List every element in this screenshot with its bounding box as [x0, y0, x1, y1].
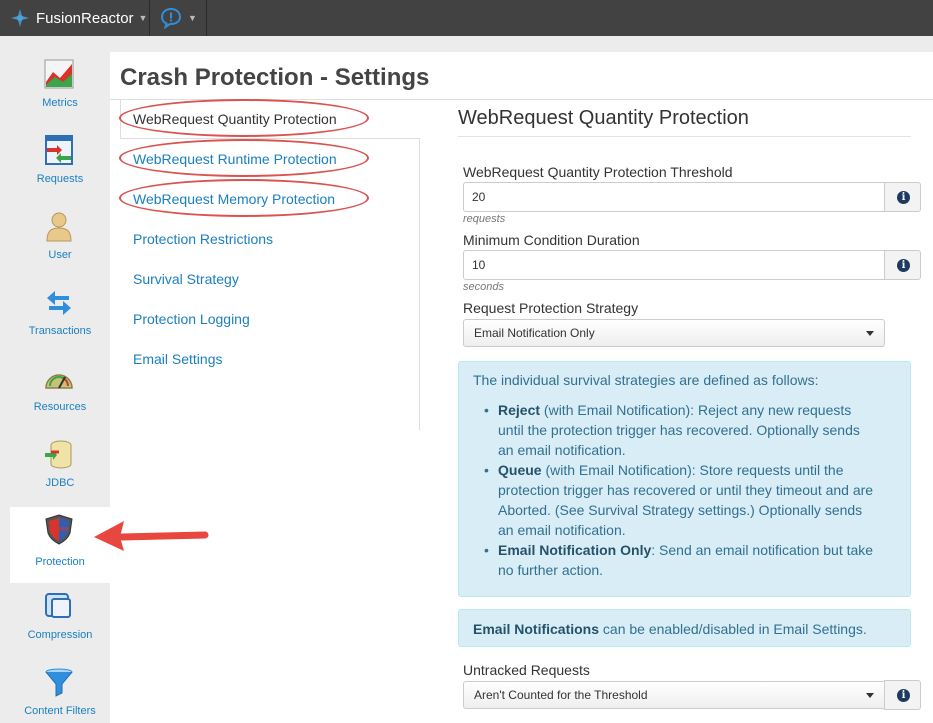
duration-input-group: 10 i — [463, 250, 921, 280]
nav-label: Transactions — [28, 325, 92, 337]
chevron-down-icon: ▼ — [188, 13, 197, 23]
untracked-label: Untracked Requests — [463, 662, 590, 678]
app-name: FusionReactor — [36, 9, 134, 27]
submenu-item-survival-strategy[interactable]: Survival Strategy — [133, 271, 239, 287]
nav-item-metrics[interactable]: Metrics — [10, 36, 110, 112]
speech-bubble-alert-icon — [160, 7, 182, 29]
transactions-icon — [47, 291, 71, 315]
annotation-arrow-icon — [94, 521, 209, 551]
duration-label: Minimum Condition Duration — [463, 232, 640, 248]
divider — [458, 136, 911, 137]
nav-label: Resources — [33, 401, 87, 413]
reject-desc: (with Email Notification): Reject any ne… — [498, 402, 860, 458]
alerts-menu-button[interactable]: ▼ — [160, 0, 197, 36]
email-notification-box: Email Notifications can be enabled/disab… — [458, 609, 911, 647]
threshold-input[interactable]: 20 — [463, 182, 885, 212]
untracked-select-value: Aren't Counted for the Threshold — [474, 688, 648, 702]
email-notification-text: Email Notifications can be enabled/disab… — [473, 619, 867, 639]
info-intro: The individual survival strategies are d… — [473, 372, 819, 388]
nav-label: User — [48, 249, 72, 261]
nav-label: Protection — [35, 556, 85, 568]
nav-label: Compression — [27, 629, 93, 641]
fusionreactor-logo-icon — [11, 9, 29, 27]
nav-label: Requests — [36, 173, 84, 185]
main-panel: Crash Protection - Settings WebRequest Q… — [110, 52, 933, 723]
list-item: Queue (with Email Notification): Store r… — [484, 460, 874, 540]
shield-icon — [45, 514, 73, 545]
section-title: WebRequest Quantity Protection — [458, 107, 749, 129]
strategy-select-value: Email Notification Only — [474, 326, 595, 340]
queue-desc: (with Email Notification): Store request… — [498, 462, 874, 538]
nav-label: JDBC — [45, 477, 75, 489]
strategy-list: Reject (with Email Notification): Reject… — [484, 400, 874, 580]
submenu-item-email-settings[interactable]: Email Settings — [133, 351, 222, 367]
user-icon — [46, 212, 72, 242]
database-icon — [45, 440, 72, 469]
duration-info-button[interactable]: i — [884, 250, 921, 280]
caret-down-icon — [866, 693, 874, 698]
duration-unit: seconds — [463, 281, 504, 293]
reject-term: Reject — [498, 402, 541, 418]
nav-label: Metrics — [42, 97, 78, 109]
compression-icon — [45, 593, 71, 618]
top-bar: FusionReactor ▼ ▼ — [0, 0, 933, 36]
threshold-info-button[interactable]: i — [884, 182, 921, 212]
requests-icon — [45, 135, 73, 165]
threshold-label: WebRequest Quantity Protection Threshold — [463, 164, 733, 180]
email-only-term: Email Notification Only — [498, 542, 652, 558]
caret-down-icon — [866, 331, 874, 336]
chevron-down-icon: ▼ — [138, 13, 148, 23]
funnel-icon — [45, 668, 73, 697]
nav-item-content-filters[interactable]: Content Filters — [10, 644, 110, 720]
threshold-unit: requests — [463, 213, 506, 225]
divider — [206, 0, 207, 36]
page-title: Crash Protection - Settings — [120, 64, 430, 91]
list-item: Reject (with Email Notification): Reject… — [484, 400, 874, 460]
email-notifications-term: Email Notifications — [473, 621, 600, 637]
threshold-input-group: 20 i — [463, 182, 921, 212]
nav-item-transactions[interactable]: Transactions — [10, 264, 110, 340]
info-icon: i — [897, 689, 910, 702]
nav-label: Content Filters — [24, 705, 96, 717]
email-notifications-desc: can be enabled/disabled in Email Setting… — [599, 621, 867, 637]
highlight-ellipse — [119, 99, 369, 137]
queue-term: Queue — [498, 462, 542, 478]
nav-item-resources[interactable]: Resources — [10, 340, 110, 416]
untracked-select[interactable]: Aren't Counted for the Threshold — [463, 681, 885, 709]
gauge-icon — [45, 374, 73, 389]
strategy-label: Request Protection Strategy — [463, 300, 639, 316]
strategy-select[interactable]: Email Notification Only — [463, 319, 885, 347]
untracked-info-button[interactable]: i — [884, 680, 921, 710]
info-icon: i — [897, 191, 910, 204]
nav-item-user[interactable]: User — [10, 188, 110, 264]
strategy-info-box: The individual survival strategies are d… — [458, 361, 911, 597]
submenu-item-protection-logging[interactable]: Protection Logging — [133, 311, 250, 327]
nav-item-compression[interactable]: Compression — [10, 568, 110, 644]
settings-submenu: WebRequest Quantity Protection WebReques… — [119, 99, 420, 430]
app-brand-menu[interactable]: FusionReactor ▼ — [10, 0, 147, 36]
nav-item-jdbc[interactable]: JDBC — [10, 416, 110, 492]
submenu-item-protection-restrictions[interactable]: Protection Restrictions — [133, 231, 273, 247]
highlight-ellipse — [119, 139, 369, 177]
metrics-chart-icon — [44, 59, 74, 89]
highlight-ellipse — [119, 179, 369, 217]
list-item: Email Notification Only: Send an email n… — [484, 540, 874, 580]
info-icon: i — [897, 259, 910, 272]
duration-input[interactable]: 10 — [463, 250, 885, 280]
nav-item-requests[interactable]: Requests — [10, 112, 110, 188]
left-navigation: Metrics Requests User Transactions Resou… — [0, 36, 110, 723]
divider — [149, 0, 150, 36]
